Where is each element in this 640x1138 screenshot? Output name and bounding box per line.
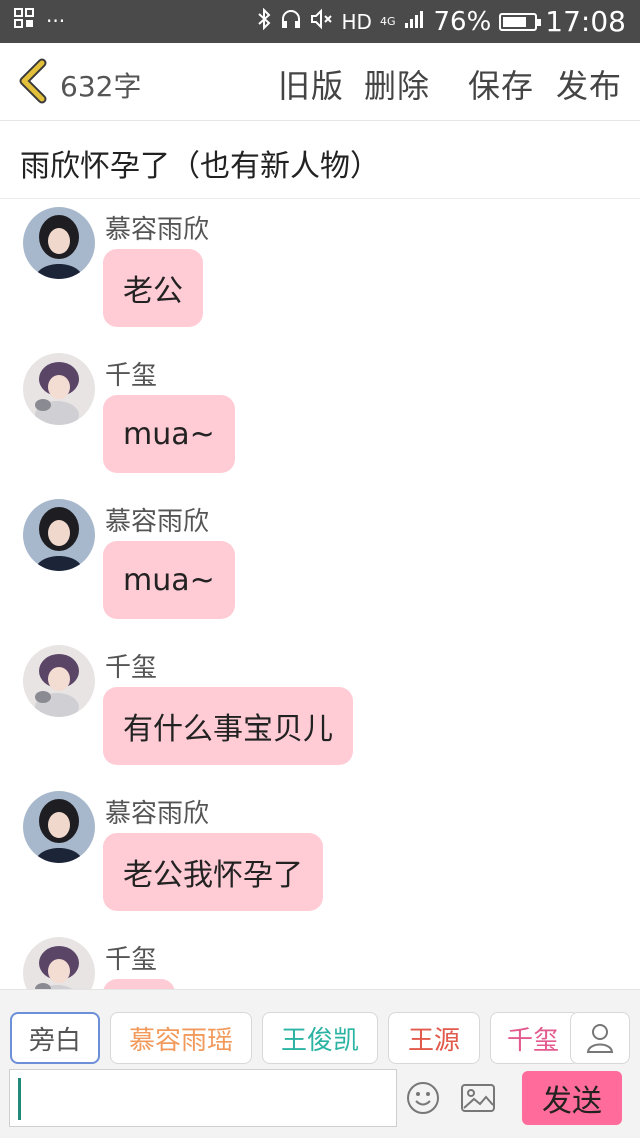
publish-button[interactable]: 发布 <box>556 61 622 107</box>
more-dots-icon: ··· <box>46 8 66 33</box>
chat-area[interactable]: 慕容雨欣 老公 千玺 mua~ 慕容雨欣 mua~ 千玺 有什么事宝贝儿 慕容雨… <box>0 199 640 989</box>
smiley-icon <box>407 1082 439 1114</box>
emoji-button[interactable] <box>406 1081 440 1115</box>
story-title: 雨欣怀孕了（也有新人物） <box>20 149 380 184</box>
person-icon <box>586 1024 614 1053</box>
sender-name: 千玺 <box>105 653 158 683</box>
battery-percent: 76% <box>433 6 492 37</box>
battery-icon <box>499 12 542 31</box>
status-bar: ··· HD 4G 76% 17:08 <box>0 0 640 43</box>
message-bubble[interactable]: mua~ <box>103 541 235 619</box>
role-wang-junkai[interactable]: 王俊凯 <box>262 1012 378 1064</box>
save-button[interactable]: 保存 <box>468 61 534 107</box>
input-bar: 发送 <box>0 1067 640 1138</box>
mute-icon <box>310 8 334 35</box>
clock: 17:08 <box>545 5 626 38</box>
bluetooth-icon <box>256 7 272 35</box>
sender-name: 千玺 <box>105 361 158 391</box>
image-icon <box>461 1084 495 1112</box>
headphones-icon <box>280 8 302 35</box>
word-count: 632字 <box>60 70 142 103</box>
sender-name: 慕容雨欣 <box>105 215 210 245</box>
sender-name: 慕容雨欣 <box>105 799 210 829</box>
girl-avatar <box>23 207 95 279</box>
sender-name: 千玺 <box>105 945 158 975</box>
chevron-left-icon <box>19 58 47 104</box>
message-bubble[interactable] <box>103 979 175 989</box>
network-label: 4G <box>379 15 396 28</box>
signal-icon <box>404 9 426 34</box>
role-murong-yuyao[interactable]: 慕容雨瑶 <box>110 1012 252 1064</box>
boy-avatar <box>23 353 95 425</box>
role-wang-yuan[interactable]: 王源 <box>388 1012 480 1064</box>
sender-name: 慕容雨欣 <box>105 507 210 537</box>
hd-label: HD <box>341 9 372 34</box>
top-nav: 632字 旧版 删除 保存 发布 <box>0 43 640 121</box>
message-input[interactable] <box>9 1069 397 1127</box>
girl-avatar <box>23 791 95 863</box>
old-version-button[interactable]: 旧版 <box>278 61 344 107</box>
message-bubble[interactable]: 老公我怀孕了 <box>103 833 323 911</box>
message-bubble[interactable]: 有什么事宝贝儿 <box>103 687 353 765</box>
boy-avatar <box>23 937 95 989</box>
role-narration[interactable]: 旁白 <box>10 1012 100 1064</box>
delete-button[interactable]: 删除 <box>364 61 430 107</box>
add-role-button[interactable] <box>570 1012 630 1064</box>
role-selector: 旁白 慕容雨瑶 王俊凯 王源 千玺 <box>0 989 640 1067</box>
girl-avatar <box>23 499 95 571</box>
boy-avatar <box>23 645 95 717</box>
apps-icon <box>14 8 34 33</box>
back-button[interactable] <box>14 57 54 105</box>
send-button[interactable]: 发送 <box>522 1071 622 1125</box>
message-bubble[interactable]: 老公 <box>103 249 203 327</box>
story-title-bar[interactable]: 雨欣怀孕了（也有新人物） <box>0 121 640 199</box>
image-button[interactable] <box>460 1081 496 1115</box>
role-qianxi[interactable]: 千玺 <box>490 1012 580 1064</box>
message-bubble[interactable]: mua~ <box>103 395 235 473</box>
text-caret <box>18 1078 21 1120</box>
